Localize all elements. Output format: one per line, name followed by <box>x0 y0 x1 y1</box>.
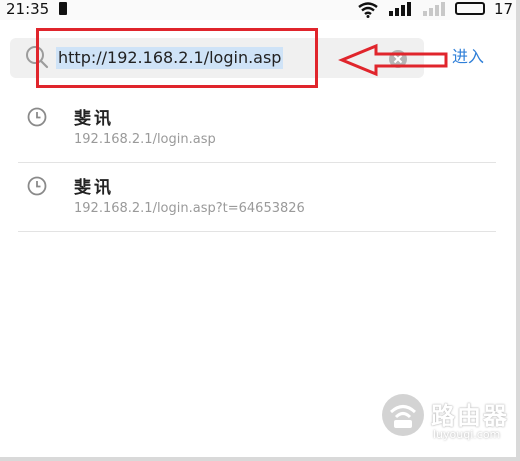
battery-icon <box>455 2 485 15</box>
signal-icon <box>423 2 445 16</box>
battery-level: 17 <box>494 0 514 18</box>
clock-icon <box>27 176 47 196</box>
watermark-logo-icon <box>382 394 424 436</box>
watermark-name: 路由器 <box>431 402 509 430</box>
sim-card-icon <box>59 2 67 15</box>
status-time: 21:35 <box>6 0 50 18</box>
annotation-arrow-icon <box>338 43 448 77</box>
history-item-url: 192.168.2.1/login.asp <box>74 132 216 147</box>
wifi-icon <box>358 2 378 18</box>
history-item[interactable]: 斐讯 192.168.2.1/login.asp?t=64653826 <box>18 163 496 232</box>
annotation-highlight-box <box>36 28 318 88</box>
history-item-url: 192.168.2.1/login.asp?t=64653826 <box>74 201 305 216</box>
history-item[interactable]: 斐讯 192.168.2.1/login.asp <box>18 94 496 163</box>
history-item-title: 斐讯 <box>74 109 114 129</box>
watermark-domain: luyouqi.com <box>433 428 501 441</box>
clock-icon <box>27 107 47 127</box>
history-item-title: 斐讯 <box>74 178 114 198</box>
signal-icon <box>389 2 411 16</box>
enter-button[interactable]: 进入 <box>452 46 484 68</box>
